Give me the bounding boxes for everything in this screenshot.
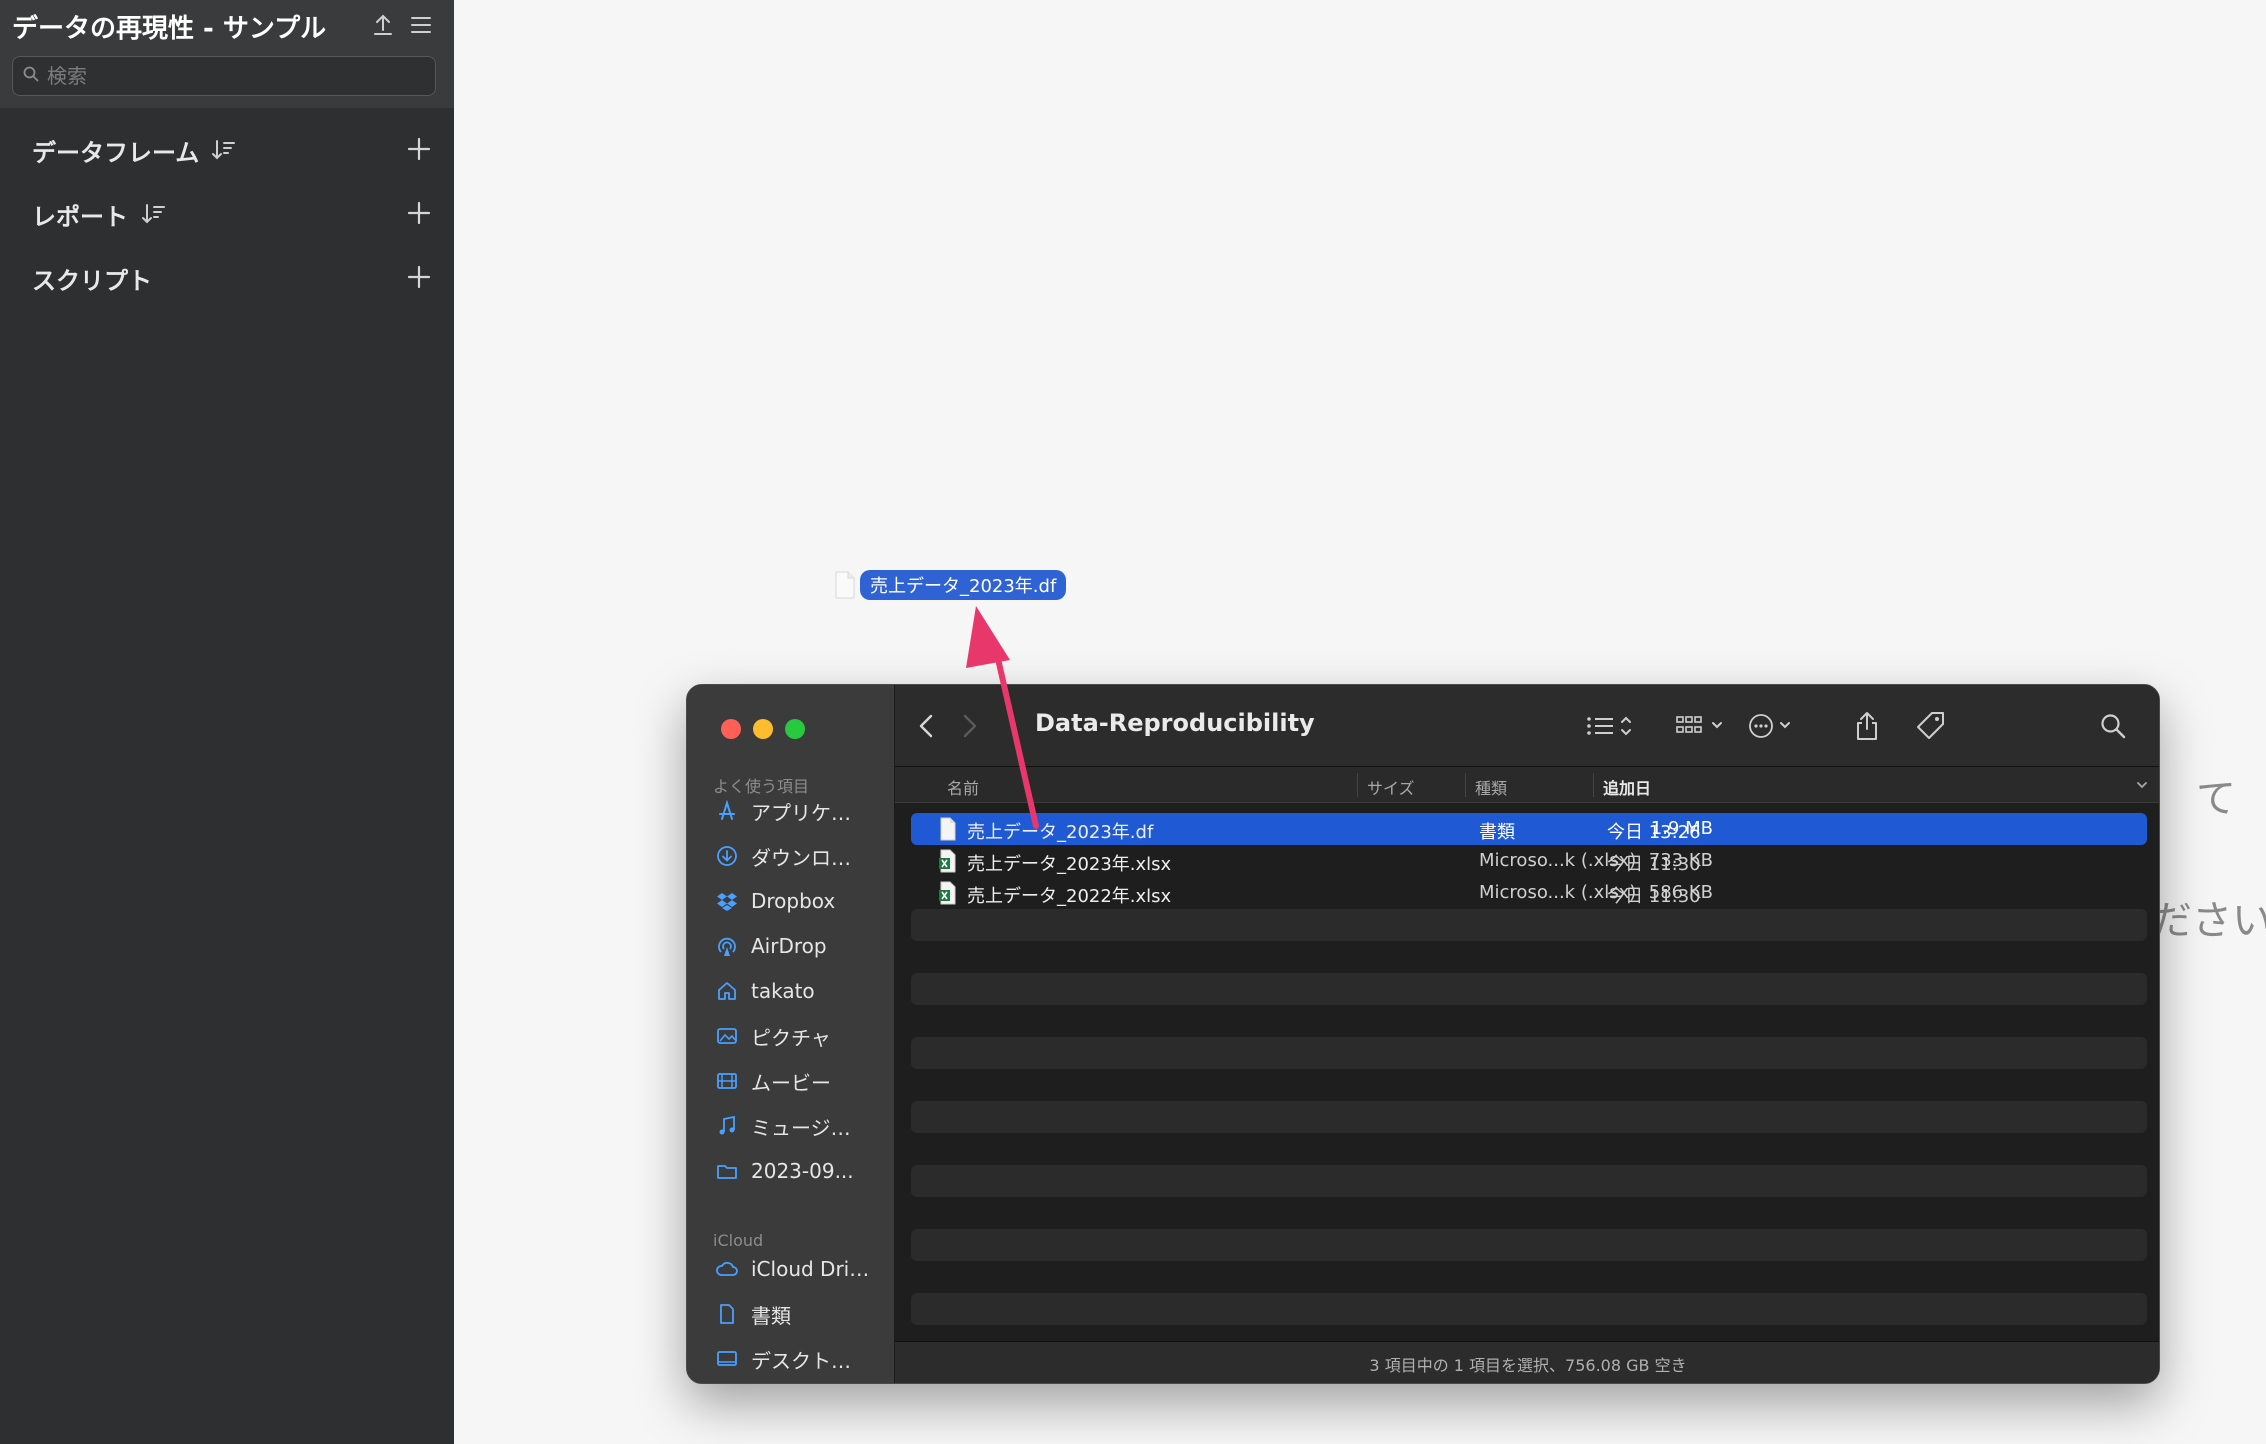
- add-icon[interactable]: [404, 134, 434, 164]
- action-more-icon[interactable]: [1747, 709, 1805, 743]
- dragged-file-label: 売上データ_2023年.df: [860, 570, 1067, 600]
- sidebar-item-dropbox[interactable]: Dropbox: [713, 883, 893, 919]
- section-label: レポート: [32, 202, 128, 231]
- status-bar: 3 項目中の 1 項目を選択、756.08 GB 空き: [895, 1341, 2159, 1383]
- movies-icon: [713, 1067, 741, 1095]
- chevron-down-icon[interactable]: [2135, 777, 2149, 796]
- section-scripts[interactable]: スクリプト: [0, 250, 454, 306]
- document-icon: [937, 817, 959, 841]
- back-icon[interactable]: [915, 709, 939, 743]
- sidebar-item-folder[interactable]: 2023-09...: [713, 1153, 893, 1189]
- sidebar-item-home[interactable]: takato: [713, 973, 893, 1009]
- search-icon[interactable]: [2099, 709, 2127, 743]
- finder-main: Data-Reproducibility 名前 サイズ 種類 追加日 売上データ…: [895, 685, 2159, 1383]
- app-header: データの再現性 - サンプル: [0, 0, 454, 108]
- home-icon: [713, 977, 741, 1005]
- column-name[interactable]: 名前: [947, 775, 979, 799]
- finder-sidebar: よく使う項目 アプリケ… ダウンロ… Dropbox AirDrop takat…: [687, 685, 895, 1383]
- document-icon: [834, 571, 856, 599]
- file-row[interactable]: 売上データ_2023年.xlsx 733 KB Microso...k (.xl…: [911, 845, 2147, 877]
- section-label: データフレーム: [32, 138, 200, 167]
- window-title: Data-Reproducibility: [1035, 709, 1315, 737]
- document-icon: [713, 1300, 741, 1328]
- file-row[interactable]: 売上データ_2022年.xlsx 586 KB Microso...k (.xl…: [911, 877, 2147, 909]
- app-sidebar: データの再現性 - サンプル データフレーム レポート: [0, 0, 454, 1444]
- finder-toolbar: Data-Reproducibility: [895, 685, 2159, 767]
- sidebar-item-downloads[interactable]: ダウンロ…: [713, 838, 893, 874]
- sidebar-item-applications[interactable]: アプリケ…: [713, 793, 893, 829]
- project-title: データの再現性 - サンプル: [12, 14, 327, 44]
- dropbox-icon: [713, 887, 741, 915]
- empty-row: [911, 1037, 2147, 1069]
- share-icon[interactable]: [1853, 709, 1881, 743]
- sidebar-item-icloud-drive[interactable]: iCloud Dri…: [713, 1251, 893, 1287]
- drop-hint-line1: て: [2196, 776, 2236, 822]
- sidebar-item-music[interactable]: ミュージ…: [713, 1108, 893, 1144]
- sort-icon[interactable]: [140, 200, 168, 228]
- empty-row: [911, 1293, 2147, 1325]
- empty-row: [911, 909, 2147, 941]
- file-row[interactable]: 売上データ_2023年.df 1.9 MB 書類 今日 13:26: [911, 813, 2147, 845]
- sidebar-item-pictures[interactable]: ピクチャ: [713, 1018, 893, 1054]
- empty-row: [911, 1165, 2147, 1197]
- column-divider: [1593, 773, 1594, 797]
- sidebar-item-desktop[interactable]: デスクト…: [713, 1341, 893, 1377]
- section-dataframes[interactable]: データフレーム: [0, 122, 454, 178]
- drag-arrow-head: [966, 606, 1010, 668]
- empty-row: [911, 973, 2147, 1005]
- drop-hint-line2: ださい: [2152, 898, 2266, 944]
- tag-icon[interactable]: [1915, 709, 1947, 743]
- empty-row: [911, 1101, 2147, 1133]
- column-size[interactable]: サイズ: [1367, 775, 1415, 799]
- music-icon: [713, 1112, 741, 1140]
- pictures-icon: [713, 1022, 741, 1050]
- column-kind[interactable]: 種類: [1475, 775, 1507, 799]
- zoom-button[interactable]: [785, 719, 805, 739]
- downloads-icon: [713, 842, 741, 870]
- group-icon[interactable]: [1675, 709, 1733, 743]
- excel-icon: [937, 849, 959, 873]
- airdrop-icon: [713, 932, 741, 960]
- status-text: 3 項目中の 1 項目を選択、756.08 GB 空き: [1369, 1355, 1687, 1375]
- export-icon[interactable]: [368, 10, 398, 40]
- sidebar-item-documents[interactable]: 書類: [713, 1296, 893, 1332]
- sidebar-item-airdrop[interactable]: AirDrop: [713, 928, 893, 964]
- search-icon: [23, 66, 39, 86]
- section-label: スクリプト: [32, 266, 152, 295]
- menu-icon[interactable]: [406, 10, 436, 40]
- forward-icon[interactable]: [957, 709, 981, 743]
- icloud-icon: [713, 1255, 741, 1283]
- column-divider: [1357, 773, 1358, 797]
- empty-row: [911, 1229, 2147, 1261]
- finder-window: よく使う項目 アプリケ… ダウンロ… Dropbox AirDrop takat…: [686, 684, 2160, 1384]
- column-date-added[interactable]: 追加日: [1603, 775, 1651, 799]
- search-input[interactable]: [47, 64, 427, 88]
- list-view-icon[interactable]: [1585, 709, 1635, 743]
- desktop-icon: [713, 1345, 741, 1373]
- applications-icon: [713, 797, 741, 825]
- dragged-file[interactable]: 売上データ_2023年.df: [834, 570, 1067, 600]
- add-icon[interactable]: [404, 198, 434, 228]
- column-header: 名前 サイズ 種類 追加日: [895, 767, 2159, 803]
- excel-icon: [937, 881, 959, 905]
- sidebar-item-movies[interactable]: ムービー: [713, 1063, 893, 1099]
- search-box[interactable]: [12, 56, 436, 96]
- section-reports[interactable]: レポート: [0, 186, 454, 242]
- icloud-heading: iCloud: [713, 1231, 764, 1250]
- close-button[interactable]: [721, 719, 741, 739]
- column-divider: [1465, 773, 1466, 797]
- sort-icon[interactable]: [210, 136, 238, 164]
- folder-icon: [713, 1157, 741, 1185]
- add-icon[interactable]: [404, 262, 434, 292]
- minimize-button[interactable]: [753, 719, 773, 739]
